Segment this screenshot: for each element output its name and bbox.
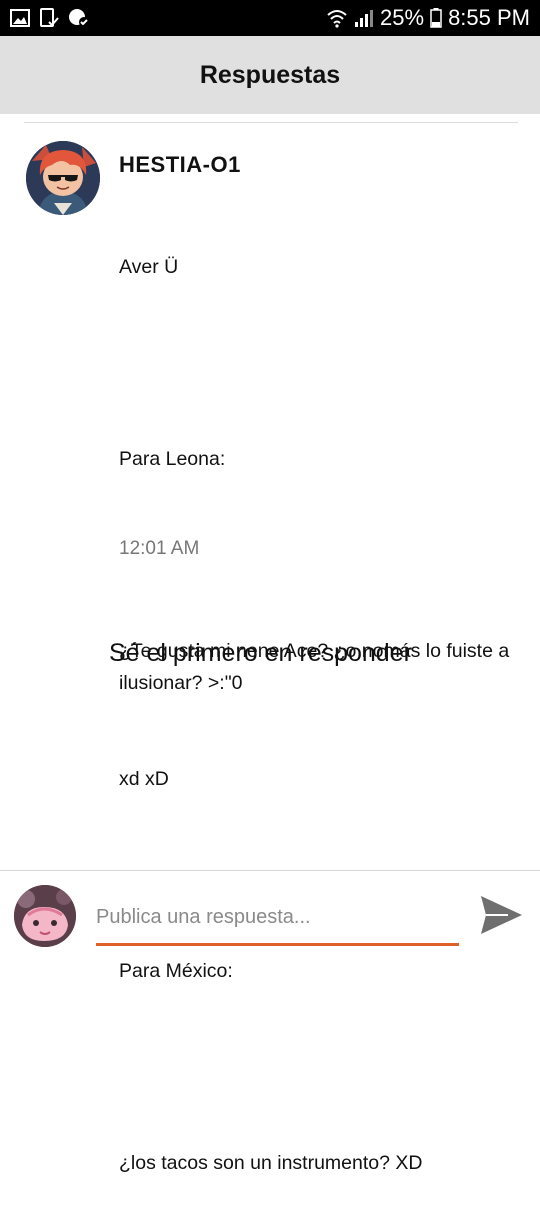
app-bar: Respuestas xyxy=(0,36,540,114)
comment-line xyxy=(119,1051,524,1083)
comment-line: Aver Ü xyxy=(119,256,179,278)
phone-check-icon xyxy=(39,8,59,33)
status-bar: 25% 8:55 PM xyxy=(0,0,540,36)
signal-icon xyxy=(354,8,374,28)
send-icon xyxy=(478,896,524,941)
page-title: Respuestas xyxy=(199,60,341,89)
send-button[interactable] xyxy=(478,893,524,937)
reply-input[interactable] xyxy=(96,897,458,937)
divider xyxy=(24,122,518,123)
battery-icon xyxy=(430,8,442,28)
comment-line: Para Leona: xyxy=(119,448,226,470)
author-avatar[interactable] xyxy=(26,141,100,215)
comment-body: Aver Ü Para Leona: ¿Te gusta mi nene Ace… xyxy=(119,187,524,1211)
comment-author[interactable]: HESTIA-O1 xyxy=(119,152,241,178)
image-icon xyxy=(10,9,30,32)
notification-icons xyxy=(10,8,90,33)
user-avatar[interactable] xyxy=(14,885,76,947)
clock: 8:55 PM xyxy=(448,5,530,30)
comment-timestamp: 12:01 AM xyxy=(119,538,200,559)
location-icon xyxy=(68,8,90,33)
battery-percent: 25% xyxy=(380,5,425,30)
comment-line xyxy=(119,347,524,379)
comment-line: xd xD xyxy=(119,768,169,790)
empty-replies-message: Sé el primero en responder xyxy=(109,639,412,667)
wifi-icon xyxy=(326,8,348,28)
reply-bar xyxy=(0,870,540,961)
comment-line: ¿los tacos son un instrumento? XD xyxy=(119,1152,423,1174)
input-underline xyxy=(96,943,459,946)
